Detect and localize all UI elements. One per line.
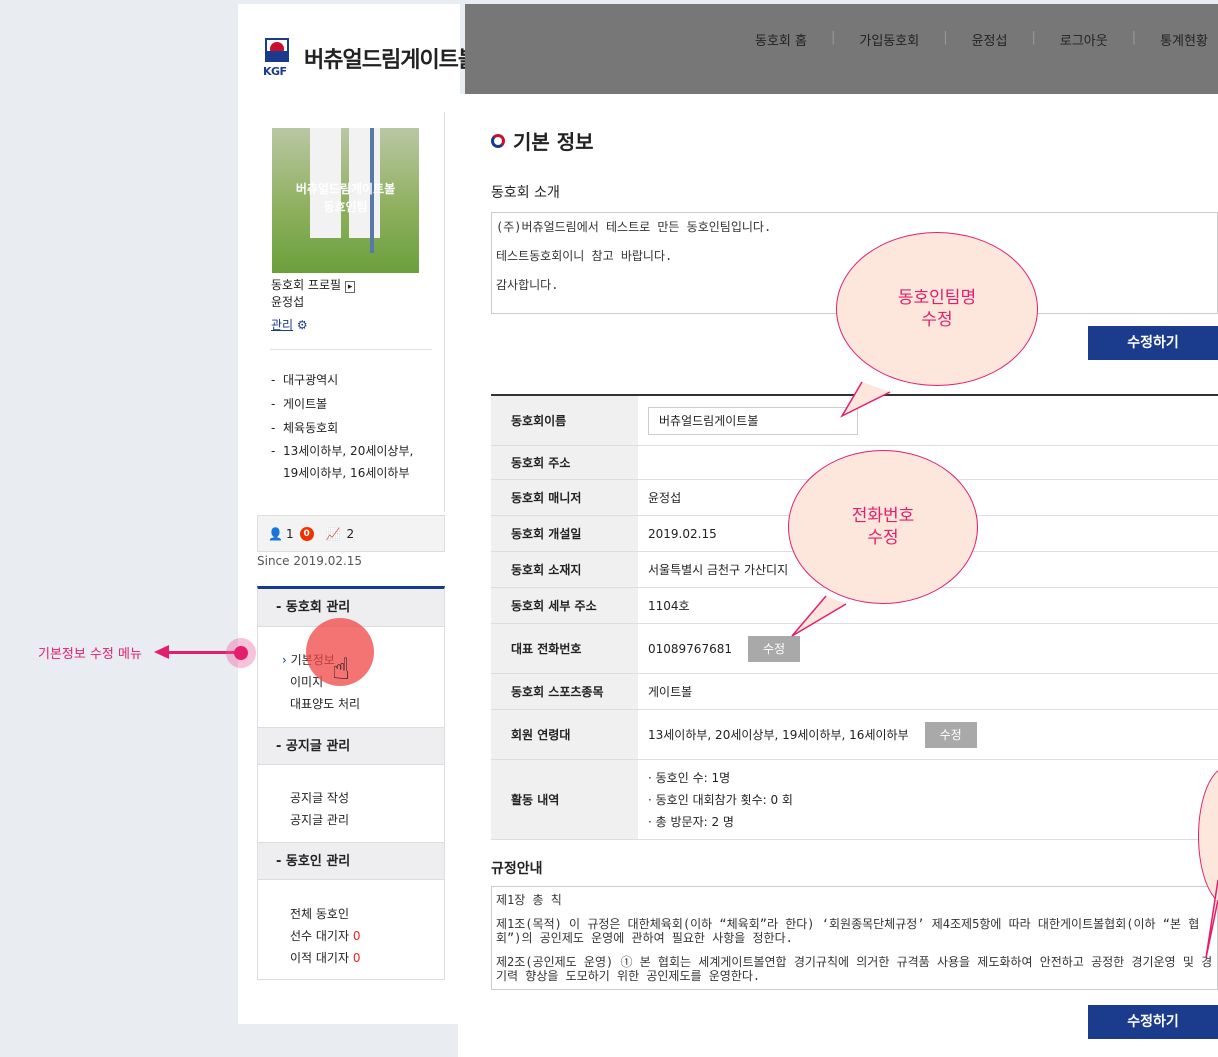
bubble-tails: [791, 381, 1218, 959]
